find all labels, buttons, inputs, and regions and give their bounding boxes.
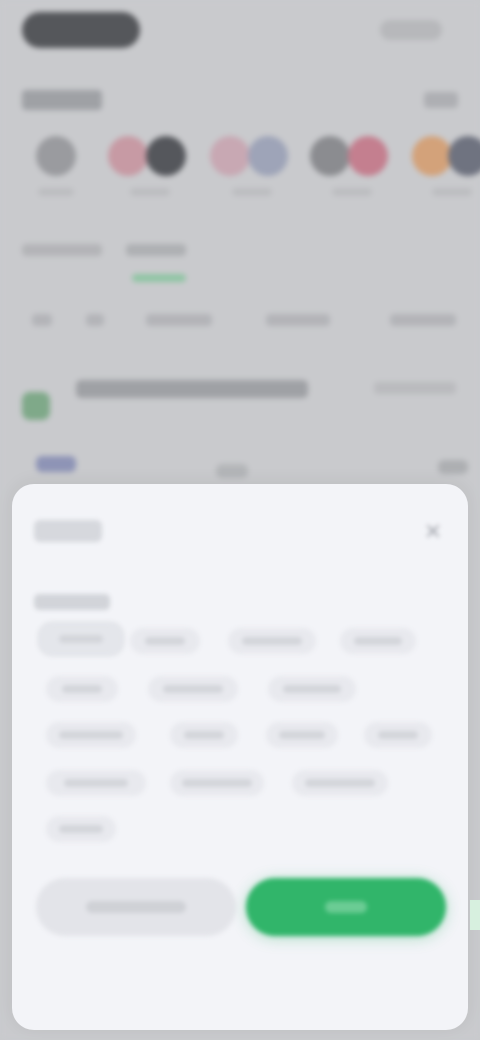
- close-icon[interactable]: [422, 520, 444, 542]
- chip-label: [242, 637, 302, 645]
- close-glyph: [427, 525, 439, 537]
- confirm-button-label: [325, 901, 367, 913]
- filter-item[interactable]: [32, 314, 52, 326]
- chip-label: [279, 731, 325, 739]
- list-item[interactable]: [22, 372, 462, 422]
- chip-label: [354, 637, 402, 645]
- filter-item[interactable]: [86, 314, 104, 326]
- filter-row: [22, 306, 480, 336]
- chip-group-label: [34, 594, 110, 610]
- avatar: [210, 136, 250, 176]
- avatar-label: [38, 188, 74, 196]
- chip-option[interactable]: [292, 770, 388, 796]
- chip-option[interactable]: [228, 628, 316, 654]
- avatar-group[interactable]: [310, 132, 394, 202]
- avatar-group[interactable]: [34, 132, 94, 202]
- avatar-group[interactable]: [210, 132, 294, 202]
- avatar: [448, 136, 480, 176]
- chip-group: [12, 614, 468, 854]
- chip-label: [182, 779, 252, 787]
- avatar-group[interactable]: [412, 132, 480, 202]
- filter-item[interactable]: [390, 314, 456, 326]
- edge-highlight: [470, 900, 480, 930]
- chip-label: [163, 685, 223, 693]
- chip-option[interactable]: [364, 722, 432, 748]
- avatar-group[interactable]: [108, 132, 192, 202]
- chip-label: [378, 731, 418, 739]
- chip-option[interactable]: [170, 722, 238, 748]
- tab-bar: [22, 238, 462, 298]
- chip-label: [145, 637, 185, 645]
- avatar-row: [0, 132, 480, 212]
- chip-option[interactable]: [340, 628, 416, 654]
- avatar: [412, 136, 452, 176]
- tab-active[interactable]: [126, 244, 186, 256]
- section-title: [22, 90, 102, 110]
- avatar: [36, 136, 76, 176]
- reset-button[interactable]: [36, 878, 236, 936]
- avatar-label: [432, 188, 472, 196]
- header-action[interactable]: [380, 20, 442, 40]
- list-item-meta: [374, 382, 456, 394]
- avatar: [146, 136, 186, 176]
- sheet-title: [34, 520, 102, 542]
- avatar-label: [232, 188, 272, 196]
- filter-sheet: [12, 484, 468, 1030]
- filter-item[interactable]: [266, 314, 330, 326]
- chip-label: [64, 779, 128, 787]
- chip-label: [62, 685, 102, 693]
- chip-option[interactable]: [46, 816, 116, 842]
- chip-option[interactable]: [170, 770, 264, 796]
- chip-label: [305, 779, 375, 787]
- list-item-peek: [438, 460, 468, 474]
- chip-label: [184, 731, 224, 739]
- confirm-button[interactable]: [246, 878, 446, 936]
- chip-option[interactable]: [266, 722, 338, 748]
- chip-option[interactable]: [130, 628, 200, 654]
- list-item-peek: [216, 464, 248, 478]
- avatar: [248, 136, 288, 176]
- avatar: [108, 136, 148, 176]
- chip-option[interactable]: [46, 676, 118, 702]
- chip-option[interactable]: [46, 770, 146, 796]
- chip-label: [59, 825, 103, 833]
- chip-label: [283, 685, 341, 693]
- tab-indicator: [132, 274, 186, 282]
- section-more-link[interactable]: [424, 92, 458, 108]
- avatar-label: [130, 188, 170, 196]
- tab-first[interactable]: [22, 244, 102, 256]
- sheet-content: [12, 484, 468, 1030]
- avatar-label: [332, 188, 372, 196]
- chip-option[interactable]: [148, 676, 238, 702]
- chip-option-selected[interactable]: [38, 622, 124, 656]
- chip-label: [59, 635, 103, 643]
- chip-option[interactable]: [46, 722, 136, 748]
- list-item-title: [76, 380, 308, 398]
- leaf-icon: [22, 392, 50, 420]
- avatar: [310, 136, 350, 176]
- list-item-peek: [36, 456, 76, 472]
- chip-label: [59, 731, 123, 739]
- status-pill: [22, 12, 140, 48]
- avatar: [348, 136, 388, 176]
- filter-item[interactable]: [146, 314, 212, 326]
- reset-button-label: [86, 901, 186, 913]
- chip-option[interactable]: [268, 676, 356, 702]
